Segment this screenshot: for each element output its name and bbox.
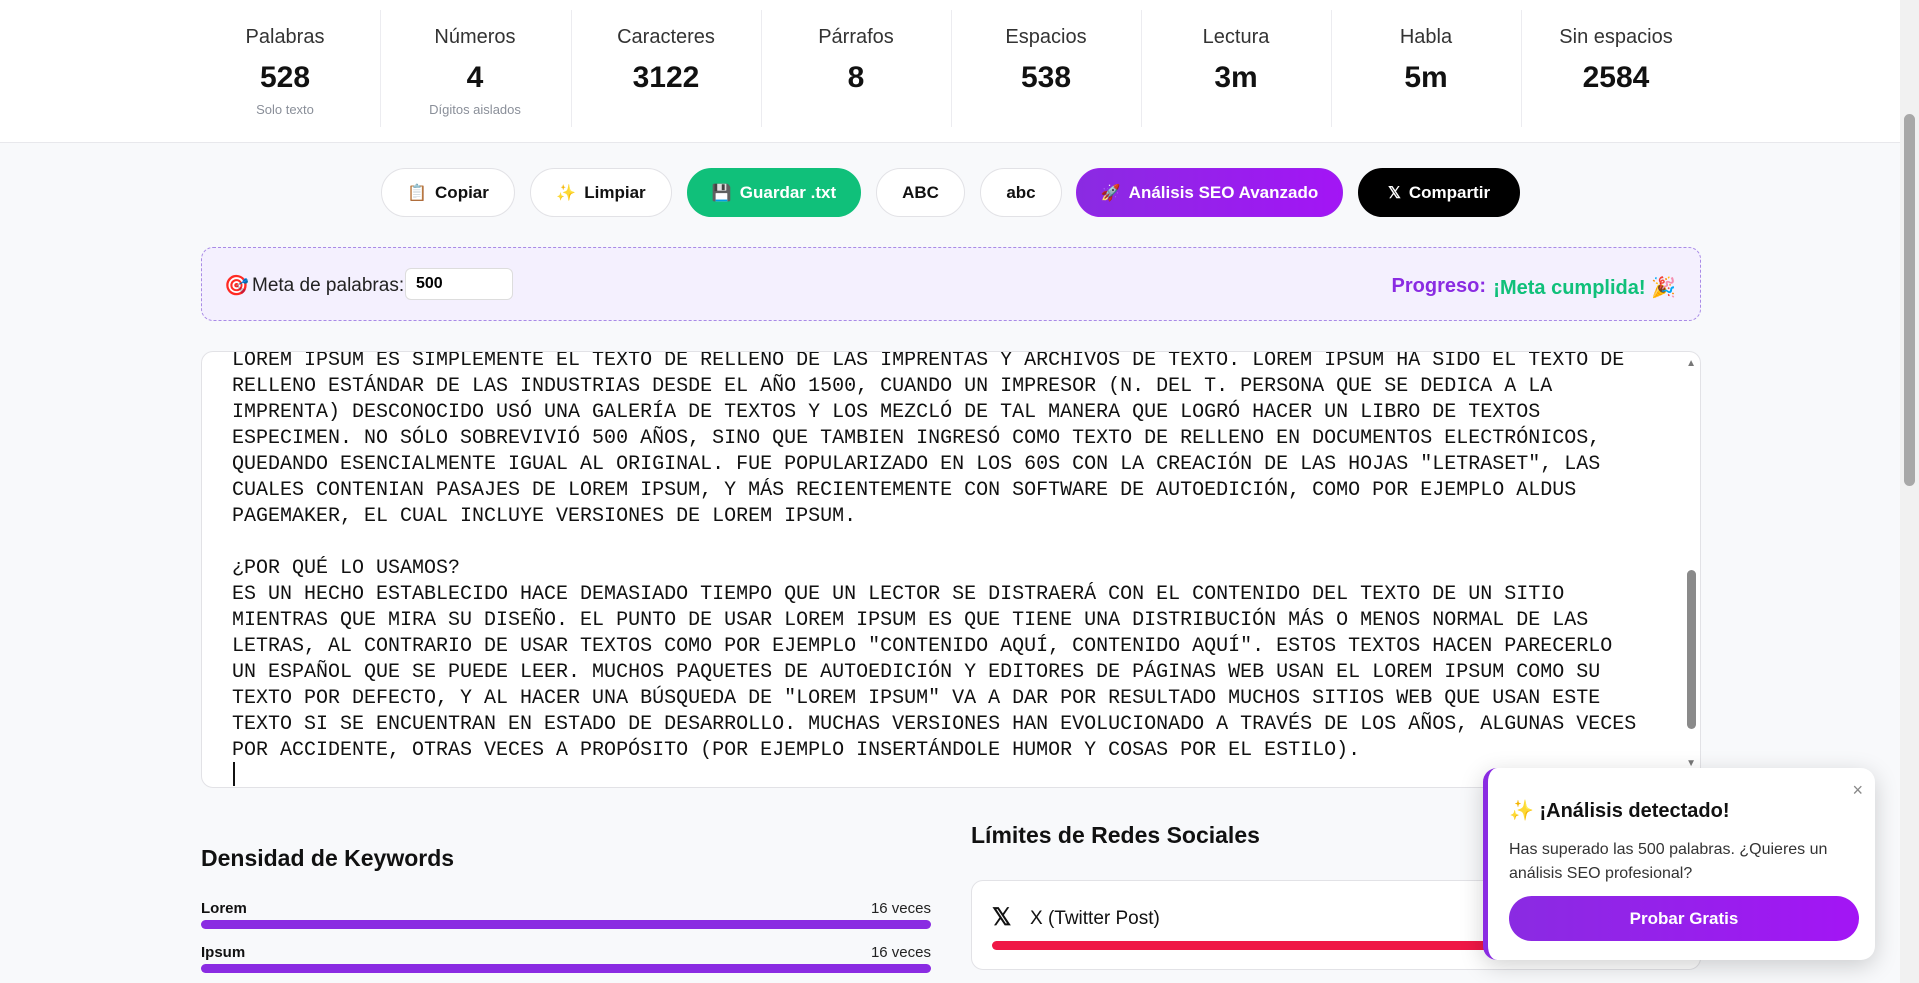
save-button-label: Guardar .txt bbox=[739, 182, 837, 202]
stat-sub: Dígitos aislados bbox=[429, 102, 521, 117]
keyword-word: Ipsum bbox=[201, 944, 246, 961]
stat-value: 4 bbox=[466, 61, 484, 94]
progress-status: ¡Meta cumplida! 🎉 bbox=[1493, 277, 1676, 299]
stat-label: Números bbox=[434, 26, 516, 48]
clear-button-label: Limpiar bbox=[584, 182, 646, 202]
uppercase-button-label: ABC bbox=[902, 182, 939, 202]
stat-label: Lectura bbox=[1202, 26, 1270, 48]
keyword-count: 16 veces bbox=[870, 900, 931, 917]
stat-value: 3122 bbox=[632, 61, 700, 94]
try-free-button[interactable]: Probar Gratis bbox=[1509, 896, 1859, 941]
lowercase-button[interactable]: abc bbox=[980, 168, 1062, 217]
keyword-density-bar bbox=[201, 920, 931, 929]
share-button-label: Compartir bbox=[1408, 182, 1491, 202]
target-icon: 🎯 bbox=[224, 275, 249, 297]
word-goal-panel: 🎯 Meta de palabras: Progreso: ¡Meta cump… bbox=[201, 247, 1701, 321]
seo-analysis-button[interactable]: 🚀 Análisis SEO Avanzado bbox=[1076, 168, 1343, 217]
word-goal-input[interactable] bbox=[405, 268, 513, 300]
keyword-word: Lorem bbox=[201, 900, 247, 917]
share-button[interactable]: 𝕏 Compartir bbox=[1358, 168, 1520, 217]
save-txt-button[interactable]: 💾 Guardar .txt bbox=[687, 168, 861, 217]
scroll-up-icon[interactable]: ▲ bbox=[1686, 358, 1696, 369]
popup-text: Has superado las 500 palabras. ¿Quieres … bbox=[1509, 841, 1828, 882]
popup-title: ✨ ¡Análisis detectado! bbox=[1509, 800, 1730, 822]
x-logo-icon: 𝕏 bbox=[992, 904, 1012, 931]
stat-label: Espacios bbox=[1005, 26, 1087, 48]
stat-no-spaces: Sin espacios 2584 bbox=[1521, 10, 1711, 127]
stat-label: Sin espacios bbox=[1559, 26, 1673, 48]
stat-label: Habla bbox=[1399, 26, 1453, 48]
editor-scrollbar[interactable]: ▲ ▼ bbox=[1684, 352, 1700, 787]
stat-words: Palabras 528 Solo texto bbox=[190, 10, 380, 127]
clipboard-icon: 📋 bbox=[407, 184, 428, 202]
text-editor[interactable]: LOREM IPSUM ES SIMPLEMENTE EL TEXTO DE R… bbox=[201, 351, 1701, 788]
editor-scrollbar-thumb[interactable] bbox=[1687, 570, 1696, 729]
editor-content[interactable]: LOREM IPSUM ES SIMPLEMENTE EL TEXTO DE R… bbox=[232, 352, 1672, 764]
social-network-name: X (Twitter Post) bbox=[1030, 908, 1160, 929]
stat-value: 538 bbox=[1020, 61, 1072, 94]
seo-promo-popup: × ✨ ¡Análisis detectado! Has superado la… bbox=[1483, 768, 1875, 960]
stat-characters: Caracteres 3122 bbox=[571, 10, 761, 127]
stat-numbers: Números 4 Dígitos aislados bbox=[380, 10, 570, 127]
stat-sub: Solo texto bbox=[256, 102, 314, 117]
clear-button[interactable]: ✨ Limpiar bbox=[530, 168, 672, 217]
close-icon[interactable]: × bbox=[1852, 780, 1863, 801]
stat-value: 8 bbox=[847, 61, 865, 94]
lowercase-button-label: abc bbox=[1006, 182, 1036, 202]
stat-speaking: Habla 5m bbox=[1331, 10, 1521, 127]
seo-button-label: Análisis SEO Avanzado bbox=[1128, 182, 1319, 202]
page-scrollbar-thumb[interactable] bbox=[1904, 114, 1915, 486]
stats-bar: Palabras 528 Solo texto Números 4 Dígito… bbox=[0, 0, 1900, 143]
uppercase-button[interactable]: ABC bbox=[876, 168, 965, 217]
stat-label: Caracteres bbox=[617, 26, 715, 48]
text-caret bbox=[233, 762, 235, 786]
stat-value: 5m bbox=[1404, 61, 1448, 94]
stat-label: Párrafos bbox=[818, 26, 894, 48]
goal-label: Meta de palabras: bbox=[252, 275, 405, 296]
stat-value: 2584 bbox=[1582, 61, 1650, 94]
keyword-density-bar bbox=[201, 964, 931, 973]
stat-paragraphs: Párrafos 8 bbox=[761, 10, 951, 127]
floppy-disk-icon: 💾 bbox=[711, 184, 732, 202]
copy-button-label: Copiar bbox=[435, 182, 489, 202]
stat-value: 528 bbox=[259, 61, 311, 94]
stat-label: Palabras bbox=[245, 26, 325, 48]
keyword-count: 16 veces bbox=[870, 944, 931, 961]
sparkles-icon: ✨ bbox=[556, 184, 577, 202]
keywords-title: Densidad de Keywords bbox=[201, 845, 455, 871]
copy-button[interactable]: 📋 Copiar bbox=[381, 168, 515, 217]
page-scrollbar[interactable] bbox=[1900, 0, 1919, 983]
social-limits-title: Límites de Redes Sociales bbox=[971, 822, 1260, 848]
rocket-icon: 🚀 bbox=[1100, 184, 1121, 202]
stat-value: 3m bbox=[1214, 61, 1258, 94]
stat-reading: Lectura 3m bbox=[1141, 10, 1331, 127]
x-logo-icon: 𝕏 bbox=[1387, 184, 1401, 202]
stat-spaces: Espacios 538 bbox=[951, 10, 1141, 127]
progress-label: Progreso: bbox=[1391, 275, 1486, 297]
